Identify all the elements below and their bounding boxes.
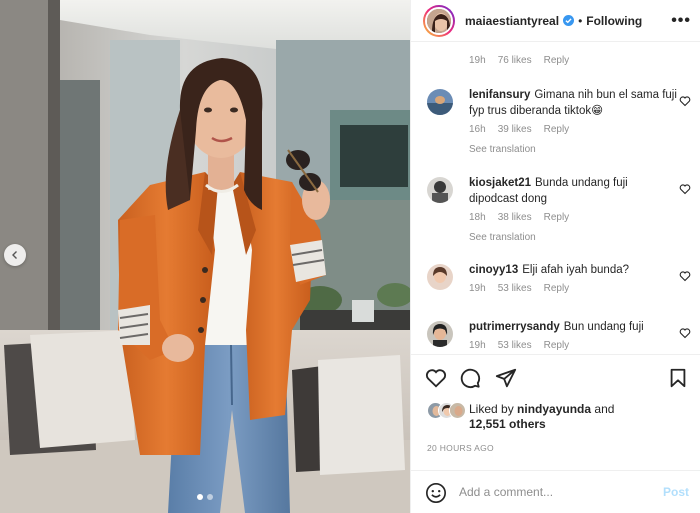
comment-text: Bun undang fuji <box>563 321 644 333</box>
liked-by-label: Liked by <box>469 402 514 416</box>
add-comment-input[interactable] <box>459 481 649 503</box>
liker-avatar <box>449 402 466 419</box>
comment-likes[interactable]: 53 likes <box>498 338 532 353</box>
author-avatar[interactable] <box>423 4 455 37</box>
comment-time: 19h <box>469 55 486 66</box>
comment-time: 19h <box>469 283 486 294</box>
see-translation-link[interactable]: See translation <box>469 142 679 158</box>
comment-icon[interactable] <box>459 367 481 389</box>
comment-meta: 16h 39 likes Reply <box>469 122 679 138</box>
following-button[interactable]: Following <box>586 14 642 28</box>
chevron-left-icon <box>12 251 17 259</box>
carousel-dot-active <box>197 494 203 500</box>
instagram-post-modal: maiaestiantyreal • Following ••• 19h 76 … <box>0 0 700 513</box>
comment-meta: 19h 53 likes Reply <box>469 281 679 297</box>
commenter-avatar[interactable] <box>427 89 453 115</box>
comment-likes[interactable]: 53 likes <box>498 281 532 297</box>
post-photo[interactable] <box>0 0 410 513</box>
comment-like-heart-icon[interactable] <box>679 270 691 282</box>
liked-by-username[interactable]: nindyayunda <box>517 402 591 416</box>
comment-body: putrimerrysandy Bun undang fuji 19h 53 li… <box>469 319 679 353</box>
likes-summary: Liked by nindyayunda and 12,551 others <box>427 402 614 432</box>
comment-reply-button[interactable]: Reply <box>544 338 570 353</box>
commenter-avatar[interactable] <box>427 177 453 203</box>
comment-meta: 19h 53 likes Reply <box>469 338 679 353</box>
emoji-icon[interactable] <box>425 482 447 504</box>
comment-time: 18h <box>469 212 486 223</box>
carousel-dot <box>207 494 213 500</box>
verified-badge-icon <box>563 15 575 26</box>
post-comment-button[interactable]: Post <box>663 485 689 499</box>
comment-body: kiosjaket21 Bunda undang fuji dipodcast d… <box>469 175 679 246</box>
add-comment-bar: Post <box>411 470 700 513</box>
comment-reply-button[interactable]: Reply <box>544 122 570 138</box>
previous-comment-meta: 19h 76 likes Reply <box>469 55 569 66</box>
author-avatar-image <box>427 8 451 33</box>
commenter-username[interactable]: cinoyy13 <box>469 264 518 276</box>
photo-illustration <box>0 0 410 513</box>
commenter-username[interactable]: kiosjaket21 <box>469 177 531 189</box>
commenter-username[interactable]: putrimerrysandy <box>469 321 560 333</box>
comment-like-heart-icon[interactable] <box>679 95 691 107</box>
comment-reply-button[interactable]: Reply <box>544 281 570 297</box>
post-header: maiaestiantyreal • Following ••• <box>411 0 700 42</box>
comment-likes[interactable]: 38 likes <box>498 210 532 226</box>
commenter-avatar[interactable] <box>427 264 453 290</box>
comment-like-heart-icon[interactable] <box>679 327 691 339</box>
carousel-dots <box>0 494 410 500</box>
liked-and-label: and <box>594 402 615 416</box>
comment-body: lenifansury Gimana nih bun el sama fuji f… <box>469 87 679 158</box>
comment-reply-button[interactable]: Reply <box>544 210 570 226</box>
share-icon[interactable] <box>495 367 517 389</box>
see-translation-link[interactable]: See translation <box>469 230 679 246</box>
liker-avatars <box>427 402 467 420</box>
bookmark-icon[interactable] <box>667 367 689 389</box>
comment-body: cinoyy13 Elji afah iyah bunda? 19h 53 lik… <box>469 262 679 297</box>
commenter-username[interactable]: lenifansury <box>469 89 530 101</box>
commenter-avatar[interactable] <box>427 321 453 347</box>
post-timestamp[interactable]: 20 HOURS AGO <box>427 443 494 453</box>
comment-likes[interactable]: 39 likes <box>498 122 532 138</box>
header-separator: • <box>578 13 583 28</box>
comment-like-heart-icon[interactable] <box>679 183 691 195</box>
author-username[interactable]: maiaestiantyreal <box>465 14 559 28</box>
heart-icon[interactable] <box>425 367 447 389</box>
comment-meta: 18h 38 likes Reply <box>469 210 679 226</box>
post-action-bar <box>411 354 700 400</box>
comment-likes[interactable]: 76 likes <box>498 55 532 66</box>
post-side-panel: maiaestiantyreal • Following ••• 19h 76 … <box>410 0 700 513</box>
likes-others-count[interactable]: 12,551 others <box>469 417 546 431</box>
comment-time: 19h <box>469 340 486 351</box>
comments-list: 19h 76 likes Reply lenifansury Gimana nih… <box>411 43 700 353</box>
comment-reply-button[interactable]: Reply <box>544 55 570 66</box>
comment-time: 16h <box>469 124 486 135</box>
carousel-previous-button[interactable] <box>4 244 26 266</box>
likes-text: Liked by nindyayunda and 12,551 others <box>469 402 614 432</box>
comment-text: Elji afah iyah bunda? <box>522 264 630 276</box>
more-options-icon[interactable]: ••• <box>671 12 691 30</box>
